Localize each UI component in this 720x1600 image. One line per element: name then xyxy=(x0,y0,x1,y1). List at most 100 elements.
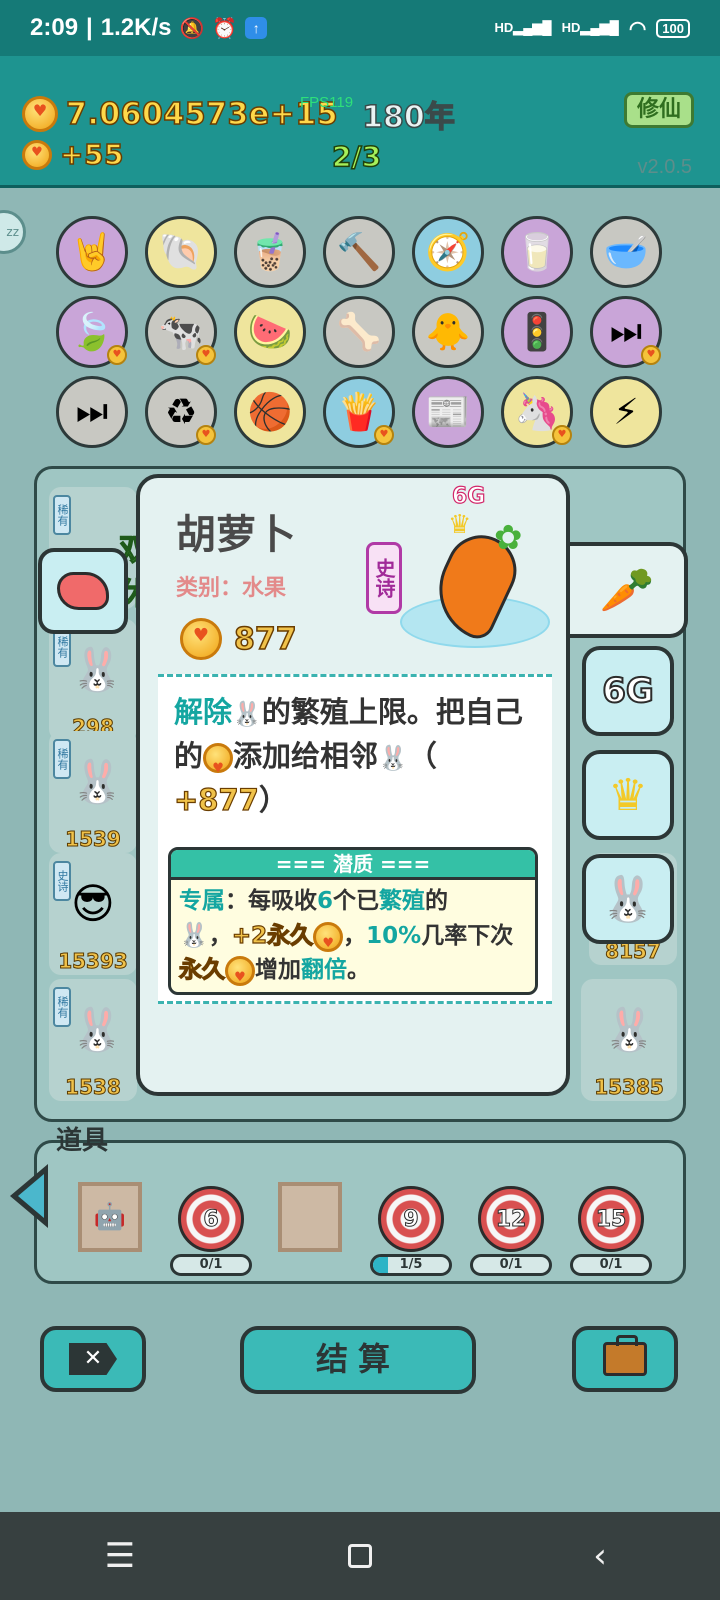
signal-2-icon: HD▂▄▆█ xyxy=(561,20,619,35)
bunny-button[interactable]: 🐰 xyxy=(582,854,674,944)
trait-panel: === 潜质 === 专属：每吸收6个已繁殖的🐰，+2永久，10%几率下次永久增… xyxy=(168,847,538,995)
mute-bell-icon: 🔕 xyxy=(179,17,205,40)
robot-prop[interactable]: 🤖 xyxy=(78,1182,142,1252)
skip-icon[interactable]: ⏭ xyxy=(56,376,128,448)
card-cost: 877 xyxy=(180,618,297,660)
bunny-icon: 🐰 xyxy=(179,921,209,949)
fruit-basket-icon[interactable]: 🍉 xyxy=(234,296,306,368)
shell-icon[interactable]: 🐚 xyxy=(145,216,217,288)
board-slot[interactable]: 稀有 🐰 298 xyxy=(49,619,137,741)
board-slot[interactable]: 稀有 🐰 1538 xyxy=(49,979,137,1101)
progress-bar: 0/1 xyxy=(570,1254,652,1276)
chick-icon[interactable]: 🐥 xyxy=(412,296,484,368)
dog-bowl-icon[interactable]: 🦴 xyxy=(323,296,395,368)
fps-counter: FPS119 xyxy=(300,94,354,111)
card-category: 类别：水果 xyxy=(176,576,287,601)
close-button[interactable]: ✕ xyxy=(40,1326,146,1392)
traffic-light-icon[interactable]: 🚦 xyxy=(501,296,573,368)
cow-icon[interactable]: 🐄 ♥ xyxy=(145,296,217,368)
compass-icon[interactable]: 🧭 xyxy=(412,216,484,288)
dog-bowl-icon[interactable]: 🥣 xyxy=(590,216,662,288)
board-slot[interactable]: 🐰 15385 xyxy=(581,979,677,1101)
description-text: 解除🐰的繁殖上限。把自己的添加给相邻🐰（+877） xyxy=(173,691,544,821)
liver-button[interactable] xyxy=(38,548,128,634)
lightning-icon[interactable]: ⚡ xyxy=(590,376,662,448)
upload-icon: ↑ xyxy=(245,17,268,39)
rock-hand-icon[interactable]: 🤘 xyxy=(56,216,128,288)
alarm-icon: ⏰ xyxy=(212,17,238,40)
target-prop-9[interactable]: 9 xyxy=(378,1186,444,1252)
time-magazine-icon[interactable]: 📰 xyxy=(412,376,484,448)
progress-bar: 0/1 xyxy=(170,1254,252,1276)
target-prop-15[interactable]: 15 xyxy=(578,1186,644,1252)
leaf-icon[interactable]: 🍃 ♥ xyxy=(56,296,128,368)
navigation-bar: ☰ ‹ xyxy=(0,1512,720,1600)
liver-icon xyxy=(57,572,109,610)
hammer-icon[interactable]: 🔨 xyxy=(323,216,395,288)
coin-icon xyxy=(180,618,222,660)
bubble-tea-icon[interactable]: 🧋 xyxy=(234,216,306,288)
arrow-left-icon xyxy=(18,1174,44,1218)
heart-badge-icon: ♥ xyxy=(107,345,127,365)
briefcase-icon xyxy=(603,1335,647,1376)
page-indicator: 2/3 xyxy=(331,139,382,174)
coin-icon xyxy=(22,96,58,132)
version-label: v2.0.5 xyxy=(637,156,692,178)
trait-text: 专属：每吸收6个已繁殖的🐰，+2永久，10%几率下次永久增加翻倍。 xyxy=(171,880,535,992)
milk-jar-icon[interactable]: 🥛 xyxy=(501,216,573,288)
coin-icon xyxy=(203,743,234,790)
target-prop-12[interactable]: 12 xyxy=(478,1186,544,1252)
crown-button[interactable]: ♛ xyxy=(582,750,674,840)
sunglasses-character-icon: 😎 xyxy=(71,879,115,928)
progress-bar: 1/5 xyxy=(370,1254,452,1276)
status-bar: 2:09 | 1.2K/s 🔕 ⏰ ↑ HD▂▄▆█ HD▂▄▆█ ◠ 100 xyxy=(0,0,720,56)
carrot-icon: 🥕 xyxy=(599,565,655,616)
crown-icon: ♛ xyxy=(608,769,648,821)
sixg-badge: 6G xyxy=(451,483,486,509)
coin-icon xyxy=(313,921,344,961)
settle-button[interactable]: 结算 xyxy=(240,1326,476,1394)
sixg-button[interactable]: 6G xyxy=(582,646,674,736)
close-icon: ✕ xyxy=(69,1343,117,1375)
carrot-illustration: 6G ♛ ✿ xyxy=(390,483,560,664)
target-prop-6[interactable]: 6 xyxy=(178,1186,244,1252)
leaves-icon: ✿ xyxy=(494,518,523,558)
bunny-icon: 🐰 xyxy=(603,1005,656,1054)
back-icon[interactable]: ‹ xyxy=(570,1526,630,1586)
trait-header: === 潜质 === xyxy=(171,850,535,880)
board-slot[interactable]: 稀有 🐰 1539 xyxy=(49,731,137,853)
description-box: 解除🐰的繁殖上限。把自己的添加给相邻🐰（+877） === 潜质 === 专属：… xyxy=(158,674,552,1004)
year-counter: 180年 xyxy=(361,99,455,136)
basketballs-icon[interactable]: 🏀 xyxy=(234,376,306,448)
income-value: +55 xyxy=(59,137,124,172)
coin-icon xyxy=(225,955,255,992)
recycle-icon[interactable]: ♻ ♥ xyxy=(145,376,217,448)
progress-fill xyxy=(373,1257,389,1273)
wifi-icon: ◠ xyxy=(628,17,647,40)
unicorn-icon[interactable]: 🦄 ♥ xyxy=(501,376,573,448)
xiuxian-button[interactable]: 修仙 xyxy=(624,92,694,128)
board-slot[interactable]: 史诗 😎 15393 xyxy=(49,853,137,975)
bunny-icon: 🐰 xyxy=(378,744,408,772)
game-header: 7.0604573e+15 180年 FPS119 +55 2/3 修仙 v2.… xyxy=(0,56,720,188)
bunny-icon: 🐰 xyxy=(71,645,124,694)
side-toggle-button[interactable]: zz xyxy=(0,210,26,254)
network-speed: 1.2K/s xyxy=(100,14,172,41)
carrot-tab[interactable]: 🥕 xyxy=(570,542,688,638)
bag-button[interactable] xyxy=(572,1326,678,1392)
menu-icon[interactable]: ☰ xyxy=(90,1526,150,1586)
item-grid: zz 🤘 🐚 🧋 🔨 🧭 🥛 🥣 🍃 ♥ 🐄 ♥ 🍉 🦴 🐥 🚦 ⏭ ♥ ⏭ ♻ ♥ 🏀… xyxy=(0,190,720,460)
empty-frame-prop[interactable] xyxy=(278,1182,342,1252)
skip-icon[interactable]: ⏭ ♥ xyxy=(590,296,662,368)
heart-badge-icon: ♥ xyxy=(641,345,661,365)
bunny-icon: 🐰 xyxy=(71,1005,124,1054)
progress-bar: 0/1 xyxy=(470,1254,552,1276)
battery-icon: 100 xyxy=(656,18,690,38)
income-row: +55 xyxy=(22,137,124,172)
props-label: 道具 xyxy=(56,1126,109,1156)
heart-badge-icon: ♥ xyxy=(196,345,216,365)
money-row: 7.0604573e+15 180年 xyxy=(22,92,455,136)
fries-icon[interactable]: 🍟 ♥ xyxy=(323,376,395,448)
home-icon[interactable] xyxy=(330,1526,390,1586)
crown-icon: ♛ xyxy=(448,510,472,540)
